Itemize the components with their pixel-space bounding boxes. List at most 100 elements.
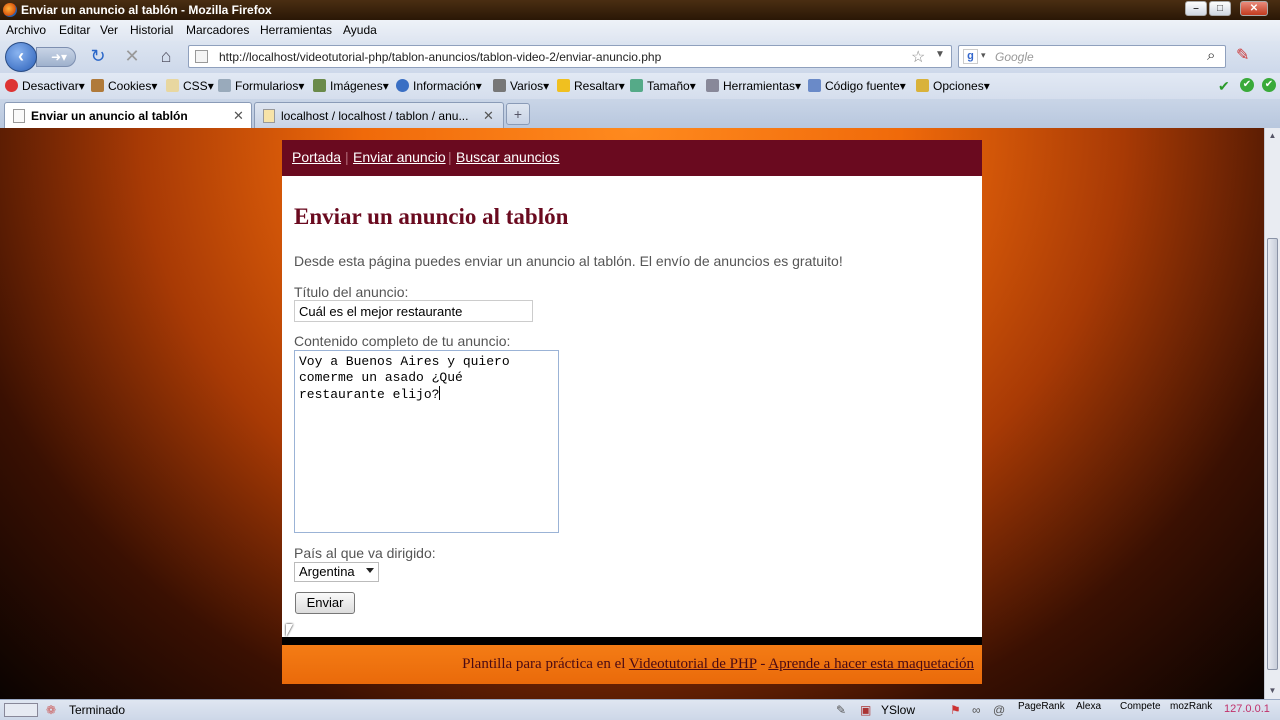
status-bar: ❁ Terminado ✎ ▣ YSlow ⚑ ∞ @ PageRank Ale… xyxy=(0,699,1280,720)
wd-imagenes[interactable]: Imágenes▾ xyxy=(313,79,389,93)
maximize-button[interactable]: □ xyxy=(1209,1,1231,16)
at-icon[interactable]: @ xyxy=(993,703,1005,717)
tab-label: localhost / localhost / tablon / anu... xyxy=(281,109,469,123)
form-icon xyxy=(218,79,231,92)
forward-button[interactable]: ➜▾ xyxy=(36,47,76,67)
vertical-scrollbar[interactable]: ▲ ▼ xyxy=(1264,128,1280,699)
footer-link-maquetacion[interactable]: Aprende a hacer esta maquetación xyxy=(768,656,974,672)
firebug-icon[interactable]: ❁ xyxy=(46,703,56,717)
tab-enviar-anuncio[interactable]: Enviar un anuncio al tablón ✕ xyxy=(4,102,252,128)
content-textarea[interactable]: Voy a Buenos Aires y quiero comerme un a… xyxy=(294,350,559,533)
content-label: Contenido completo de tu anuncio: xyxy=(294,333,511,349)
title-label: Título del anuncio: xyxy=(294,284,409,300)
validate-icon[interactable]: ✔ xyxy=(1262,78,1276,92)
footer-prefix: Plantilla para práctica en el xyxy=(462,656,629,672)
url-history-dropdown-icon[interactable]: ▼ xyxy=(935,49,945,60)
scroll-down-icon[interactable]: ▼ xyxy=(1267,685,1278,696)
wd-desactivar[interactable]: Desactivar▾ xyxy=(5,79,85,93)
menu-editar[interactable]: Editar xyxy=(59,23,90,37)
menu-ayuda[interactable]: Ayuda xyxy=(343,23,377,37)
wd-cookies[interactable]: Cookies▾ xyxy=(91,79,157,93)
search-engine-dropdown-icon[interactable]: ▾ xyxy=(981,50,986,61)
home-icon[interactable]: ⌂ xyxy=(156,46,176,66)
phpmyadmin-icon xyxy=(263,109,275,123)
image-icon xyxy=(313,79,326,92)
wd-resaltar[interactable]: Resaltar▾ xyxy=(557,79,625,93)
search-placeholder[interactable]: Google xyxy=(995,50,1034,64)
menu-archivo[interactable]: Archivo xyxy=(6,23,46,37)
compete-label[interactable]: Compete xyxy=(1120,701,1161,712)
wd-opciones[interactable]: Opciones▾ xyxy=(916,79,990,93)
wd-css[interactable]: CSS▾ xyxy=(166,79,214,93)
wd-varios[interactable]: Varios▾ xyxy=(493,79,549,93)
resize-icon xyxy=(630,79,643,92)
country-select[interactable]: Argentina xyxy=(294,562,379,582)
back-button[interactable]: ‹ xyxy=(5,42,37,72)
site-navigation: Portada | Enviar anuncio | Buscar anunci… xyxy=(282,140,982,176)
tools-icon xyxy=(706,79,719,92)
stop-icon[interactable]: ✕ xyxy=(122,46,142,66)
link-icon[interactable]: ∞ xyxy=(972,703,981,717)
pencil-icon[interactable]: ✎ xyxy=(836,703,846,717)
tab-phpmyadmin[interactable]: localhost / localhost / tablon / anu... … xyxy=(254,102,504,128)
nav-link-portada[interactable]: Portada xyxy=(292,149,341,165)
scroll-up-icon[interactable]: ▲ xyxy=(1267,130,1278,141)
window-title: Enviar un anuncio al tablón - Mozilla Fi… xyxy=(21,3,272,17)
bookmark-star-icon[interactable]: ☆ xyxy=(911,47,925,67)
country-label: País al que va dirigido: xyxy=(294,545,436,561)
scroll-thumb[interactable] xyxy=(1267,238,1278,670)
wd-tamano[interactable]: Tamaño▾ xyxy=(630,79,696,93)
reload-icon[interactable]: ↻ xyxy=(88,46,108,66)
menu-marcadores[interactable]: Marcadores xyxy=(186,23,249,37)
mozrank-label[interactable]: mozRank xyxy=(1170,701,1212,712)
nav-link-buscar-anuncios[interactable]: Buscar anuncios xyxy=(456,149,560,165)
webdev-status-icon[interactable] xyxy=(4,703,38,717)
firefox-logo-icon xyxy=(3,3,17,17)
wd-codigo-fuente[interactable]: Código fuente▾ xyxy=(808,79,906,93)
cookie-icon xyxy=(91,79,104,92)
addon-icon[interactable]: ✎ xyxy=(1236,45,1260,67)
content-text: Voy a Buenos Aires y quiero comerme un a… xyxy=(299,354,510,402)
check-icon[interactable]: ✔ xyxy=(1218,78,1230,95)
url-text[interactable]: http://localhost/videotutorial-php/tablo… xyxy=(219,50,661,64)
page-icon xyxy=(13,109,25,123)
menu-historial[interactable]: Historial xyxy=(130,23,173,37)
minimize-button[interactable]: – xyxy=(1185,1,1207,16)
wd-informacion[interactable]: Información▾ xyxy=(396,79,482,93)
wd-formularios[interactable]: Formularios▾ xyxy=(218,79,304,93)
footer-link-videotutorial[interactable]: Videotutorial de PHP xyxy=(629,656,757,672)
nav-separator: | xyxy=(345,149,349,165)
search-icon[interactable]: ⌕ xyxy=(1207,47,1215,64)
page-title: Enviar un anuncio al tablón xyxy=(294,204,569,229)
nav-link-enviar-anuncio[interactable]: Enviar anuncio xyxy=(353,149,446,165)
intro-text: Desde esta página puedes enviar un anunc… xyxy=(294,253,843,269)
alexa-label[interactable]: Alexa xyxy=(1076,701,1101,712)
info-icon xyxy=(396,79,409,92)
country-selected-value: Argentina xyxy=(299,564,355,579)
check-circle-icon[interactable]: ✔ xyxy=(1240,78,1254,92)
close-tab-icon[interactable]: ✕ xyxy=(483,108,494,124)
misc-icon xyxy=(493,79,506,92)
submit-button[interactable]: Enviar xyxy=(295,592,355,614)
new-tab-button[interactable]: + xyxy=(506,103,530,125)
highlight-icon xyxy=(557,79,570,92)
window-titlebar: Enviar un anuncio al tablón - Mozilla Fi… xyxy=(0,0,1280,20)
address-bar[interactable]: http://localhost/videotutorial-php/tablo… xyxy=(188,45,952,68)
search-box[interactable]: g ▾ Google ⌕ xyxy=(958,45,1226,68)
title-input[interactable]: Cuál es el mejor restaurante xyxy=(294,300,533,322)
wd-herramientas[interactable]: Herramientas▾ xyxy=(706,79,801,93)
pagerank-label[interactable]: PageRank xyxy=(1018,701,1065,712)
menu-herramientas[interactable]: Herramientas xyxy=(260,23,332,37)
close-window-button[interactable]: ✕ xyxy=(1240,1,1268,16)
mouse-cursor-icon xyxy=(286,624,293,637)
disable-icon xyxy=(5,79,18,92)
menu-bar: Archivo Editar Ver Historial Marcadores … xyxy=(0,20,1280,41)
flag-icon[interactable]: ⚑ xyxy=(950,703,961,717)
google-engine-icon[interactable]: g xyxy=(963,49,978,64)
yslow-label[interactable]: YSlow xyxy=(881,703,915,717)
close-tab-icon[interactable]: ✕ xyxy=(233,108,244,124)
menu-ver[interactable]: Ver xyxy=(100,23,118,37)
footer-text: Plantilla para práctica en el Videotutor… xyxy=(462,656,974,673)
yslow-icon[interactable]: ▣ xyxy=(860,703,871,717)
nav-separator: | xyxy=(448,149,452,165)
